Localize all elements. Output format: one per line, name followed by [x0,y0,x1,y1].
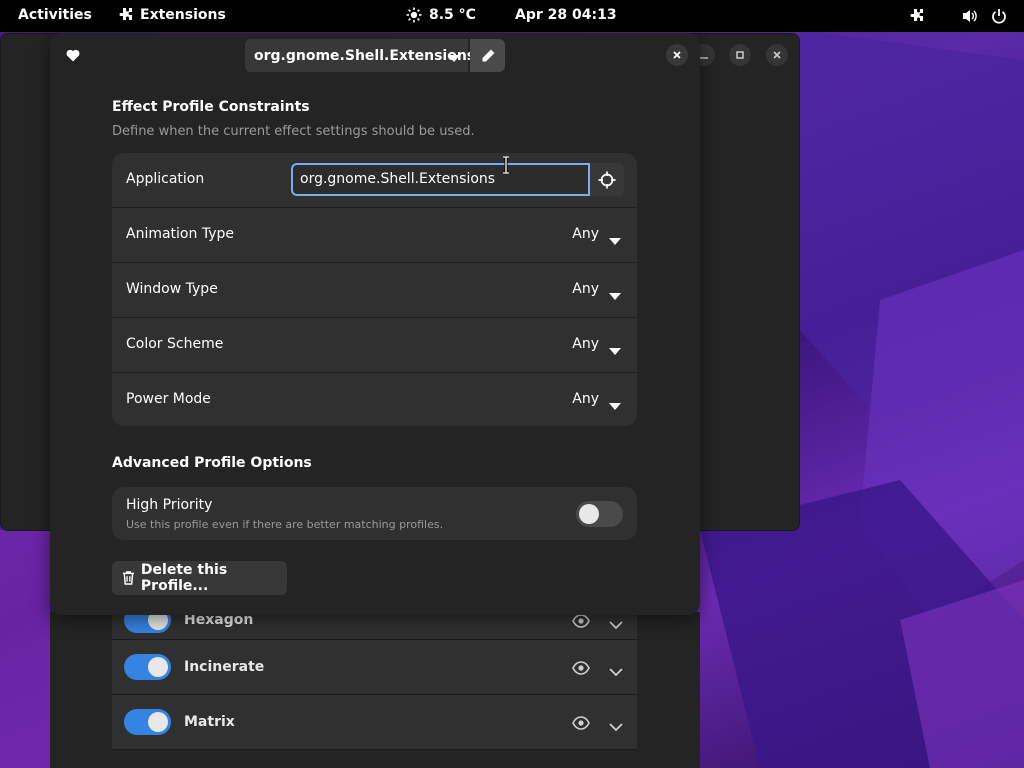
text-cursor-icon [501,155,511,178]
color-scheme-row[interactable]: Color Scheme Any [112,318,637,373]
window-type-label: Window Type [126,281,218,297]
close-icon [773,51,781,59]
application-row: Application org.gnome.Shell.Extensions [112,153,637,208]
delete-profile-label: Delete this Profile... [140,562,228,594]
high-priority-card: High Priority Use this profile even if t… [112,487,637,540]
application-input[interactable]: org.gnome.Shell.Extensions [291,163,590,196]
favorite-button[interactable] [63,45,83,65]
eye-icon[interactable] [572,715,590,734]
window-close-button[interactable] [766,44,788,66]
maximize-icon [736,51,744,59]
application-label: Application [126,171,205,187]
pencil-icon [482,49,494,61]
volume-icon[interactable] [962,8,978,24]
eye-icon[interactable] [572,613,590,632]
crosshair-icon [598,171,616,188]
close-icon [673,51,681,59]
constraints-description: Define when the current effect settings … [112,124,475,139]
trash-icon [122,571,134,585]
high-priority-switch[interactable] [576,501,623,527]
profile-dropdown-label: org.gnome.Shell.Extensions [254,47,476,64]
chevron-down-icon[interactable] [609,662,623,681]
app-menu-label: Extensions [140,7,226,23]
high-priority-description: Use this profile even if there are bette… [126,518,444,531]
heart-icon [66,49,80,61]
dropdown-arrow-icon [609,341,621,360]
edit-profile-button[interactable] [470,39,505,72]
delete-profile-button[interactable]: Delete this Profile... [112,561,287,595]
effects-list: Hexagon Incinerate Matrix [112,600,637,750]
weather-indicator[interactable]: 8.5 °C [406,7,476,23]
dropdown-arrow-icon [609,286,621,305]
sun-icon [406,7,422,23]
list-item: Incinerate [112,640,637,695]
chevron-down-icon[interactable] [609,615,623,634]
animation-type-label: Animation Type [126,226,234,242]
power-mode-value: Any [572,391,599,407]
maximize-button[interactable] [729,44,751,66]
minimize-icon [700,57,708,59]
dropdown-arrow-icon [609,396,621,415]
color-scheme-value: Any [572,336,599,352]
puzzle-icon[interactable] [908,8,924,24]
animation-type-row[interactable]: Animation Type Any [112,208,637,263]
effect-name: Incinerate [184,659,265,675]
animation-type-value: Any [572,226,599,242]
window-type-value: Any [572,281,599,297]
high-priority-label: High Priority [126,497,213,513]
pick-window-button[interactable] [590,163,624,196]
dropdown-arrow-icon [448,51,460,67]
effect-name: Matrix [184,714,235,730]
constraints-card: Application org.gnome.Shell.Extensions A… [112,153,637,426]
weather-label: 8.5 °C [429,7,476,23]
color-scheme-label: Color Scheme [126,336,224,352]
constraints-title: Effect Profile Constraints [112,99,310,115]
effect-toggle[interactable] [124,709,171,735]
profile-dropdown[interactable]: org.gnome.Shell.Extensions [245,39,475,72]
power-icon[interactable] [991,8,1007,24]
power-mode-row[interactable]: Power Mode Any [112,373,637,426]
dialog-close-button[interactable] [666,44,688,66]
chevron-down-icon[interactable] [609,717,623,736]
activities-button[interactable]: Activities [18,7,92,23]
eye-icon[interactable] [572,660,590,679]
effect-toggle[interactable] [124,654,171,680]
puzzle-icon [117,7,133,23]
dropdown-arrow-icon [609,231,621,250]
app-menu[interactable]: Extensions [117,7,226,23]
power-mode-label: Power Mode [126,391,211,407]
advanced-title: Advanced Profile Options [112,455,312,471]
clock[interactable]: Apr 28 04:13 [515,7,617,23]
window-type-row[interactable]: Window Type Any [112,263,637,318]
top-bar: Activities Extensions 8.5 °C Apr 28 04:1… [0,0,1024,32]
list-item: Matrix [112,695,637,750]
